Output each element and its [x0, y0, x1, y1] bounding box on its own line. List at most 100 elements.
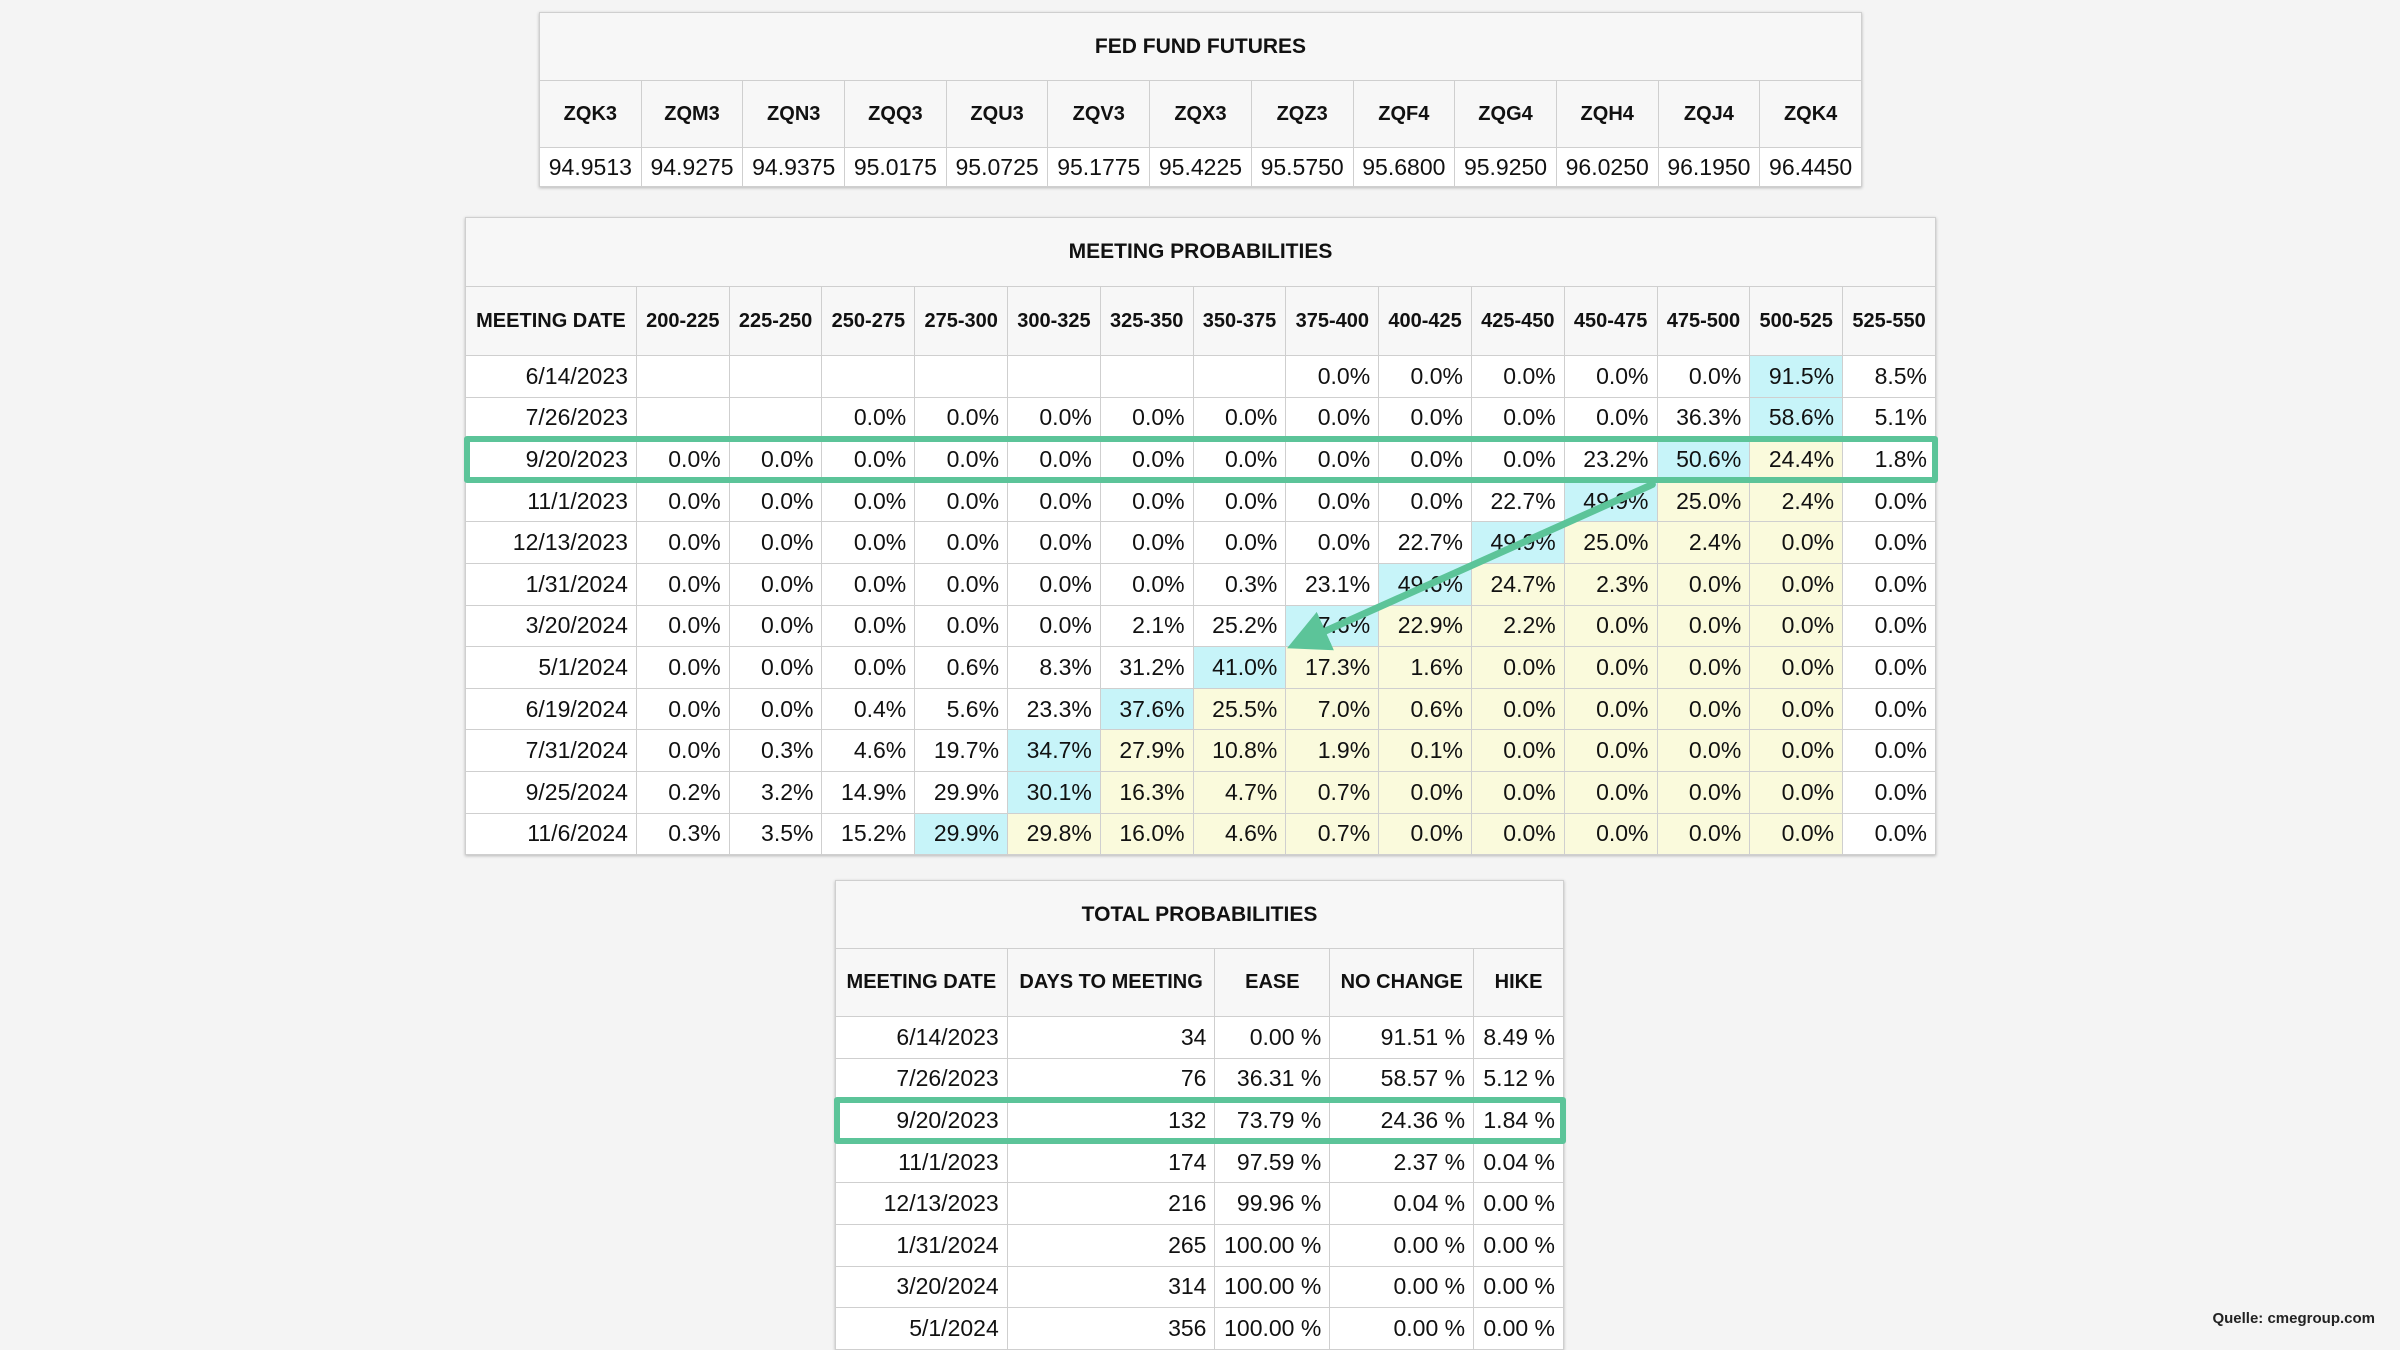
probability-cell: 0.0%: [728, 687, 823, 731]
days-to-meeting-cell: 76: [1006, 1057, 1216, 1101]
ease-cell: 36.31 %: [1214, 1057, 1331, 1101]
probability-cell: 8.5%: [1842, 355, 1936, 398]
probability-cell: 0.0%: [1656, 770, 1751, 814]
probability-cell: 0.0%: [821, 438, 916, 481]
contract-price: 94.9513: [539, 147, 642, 187]
probability-cell: 4.6%: [821, 729, 916, 772]
probability-cell: 0.0%: [1749, 812, 1844, 856]
probability-cell: 0.0%: [1842, 770, 1936, 814]
meeting-date-cell: 1/31/2024: [835, 1223, 1008, 1267]
probability-cell: 3.2%: [728, 770, 823, 814]
probability-cell: 24.4%: [1749, 438, 1844, 481]
contract-header: ZQK3: [539, 80, 642, 148]
probability-cell: 0.0%: [728, 646, 823, 689]
probability-cell: 25.0%: [1656, 479, 1751, 523]
probability-cell: 0.0%: [1470, 770, 1565, 814]
contract-price: 95.4225: [1149, 147, 1252, 187]
meeting-date-cell: 7/31/2024: [465, 729, 637, 772]
rate-range-header: 250-275: [821, 286, 916, 356]
probability-cell: 0.0%: [1007, 396, 1101, 440]
ease-cell: 99.96 %: [1214, 1182, 1331, 1225]
table-row: 12/13/2023 0.0% 0.0% 0.0% 0.0% 0.0% 0.0% 0.0% 0.…: [465, 521, 1936, 564]
probability-cell: [1099, 355, 1194, 398]
probability-cell: 0.0%: [821, 562, 916, 606]
probability-cell: 0.0%: [1749, 521, 1844, 564]
probability-cell: 0.0%: [1563, 604, 1658, 648]
probability-cell: 0.0%: [914, 479, 1009, 523]
probability-cell: 2.3%: [1563, 562, 1658, 606]
hike-cell: 0.00 %: [1473, 1182, 1564, 1225]
probability-cell: 2.4%: [1656, 521, 1751, 564]
rate-range-header: 500-525: [1749, 286, 1844, 356]
probability-cell: 24.7%: [1470, 562, 1565, 606]
probability-cell: 0.0%: [1099, 521, 1194, 564]
probability-cell: 0.0%: [635, 729, 730, 772]
fed-fund-futures-values-row: 94.9513 94.9275 94.9375 95.0175 95.0725 95.17…: [539, 147, 1862, 187]
contract-header: ZQJ4: [1657, 80, 1761, 148]
rate-range-header: 275-300: [914, 286, 1009, 356]
table-row: 11/1/2023 0.0% 0.0% 0.0% 0.0% 0.0% 0.0% 0.0% 0.0…: [465, 479, 1936, 523]
meeting-date-cell: 1/31/2024: [465, 562, 637, 606]
probability-cell: 0.0%: [1470, 396, 1565, 440]
probability-cell: 0.0%: [635, 479, 730, 523]
no-change-cell: 0.00 %: [1329, 1223, 1475, 1267]
meeting-date-cell: 3/20/2024: [835, 1265, 1008, 1309]
hike-cell: 0.04 %: [1473, 1140, 1564, 1184]
table-row: 1/31/2024 0.0% 0.0% 0.0% 0.0% 0.0% 0.0% 0.3% 23.…: [465, 562, 1936, 606]
probability-cell: 0.0%: [1285, 479, 1380, 523]
table-row: 3/20/2024 314 100.00 % 0.00 % 0.00 %: [835, 1265, 1564, 1309]
meeting-date-cell: 7/26/2023: [835, 1057, 1008, 1101]
probability-cell: 0.0%: [1470, 355, 1565, 398]
meeting-date-cell: 11/1/2023: [835, 1140, 1008, 1184]
probability-cell: [728, 355, 823, 398]
table-row: 6/14/2023 34 0.00 % 91.51 % 8.49 %: [835, 1016, 1564, 1059]
probability-cell: 0.0%: [1842, 521, 1936, 564]
probability-cell: [1007, 355, 1101, 398]
contract-price: 95.6800: [1352, 147, 1456, 187]
probability-cell: [728, 396, 823, 440]
probability-cell: 0.0%: [1563, 646, 1658, 689]
probability-cell: 0.0%: [1563, 687, 1658, 731]
contract-price: 96.1950: [1657, 147, 1761, 187]
probability-cell: 27.9%: [1099, 729, 1194, 772]
probability-cell: 0.0%: [1007, 479, 1101, 523]
hike-cell: 0.00 %: [1473, 1223, 1564, 1267]
probability-cell: 0.2%: [635, 770, 730, 814]
table-row: 9/20/2023 132 73.79 % 24.36 % 1.84 %: [835, 1099, 1564, 1142]
total-header: HIKE: [1473, 948, 1564, 1017]
probability-cell: 34.7%: [1007, 729, 1101, 772]
no-change-cell: 0.00 %: [1329, 1265, 1475, 1309]
meeting-date-cell: 3/20/2024: [465, 604, 637, 648]
rate-range-header: 450-475: [1563, 286, 1658, 356]
meeting-date-cell: 12/13/2023: [465, 521, 637, 564]
probability-cell: 0.0%: [1842, 646, 1936, 689]
no-change-cell: 58.57 %: [1329, 1057, 1475, 1101]
meeting-date-cell: 5/1/2024: [835, 1307, 1008, 1350]
probability-cell: 0.0%: [821, 479, 916, 523]
probability-cell: 0.0%: [1656, 355, 1751, 398]
hike-cell: 8.49 %: [1473, 1016, 1564, 1059]
probability-cell: 0.0%: [914, 604, 1009, 648]
probability-cell: 2.1%: [1099, 604, 1194, 648]
probability-cell: 0.6%: [1378, 687, 1472, 731]
total-header: EASE: [1214, 948, 1331, 1017]
probability-cell: 1.8%: [1842, 438, 1936, 481]
probability-cell: 0.0%: [1378, 396, 1472, 440]
table-row: 3/20/2024 0.0% 0.0% 0.0% 0.0% 0.0% 2.1% 25.2% 47…: [465, 604, 1936, 648]
probability-cell: 0.0%: [821, 396, 916, 440]
probability-cell: 0.0%: [1842, 562, 1936, 606]
total-probabilities-table: TOTAL PROBABILITIES MEETING DATE DAYS TO …: [835, 880, 1564, 1350]
probability-cell: 0.0%: [1563, 770, 1658, 814]
probability-cell: 0.0%: [1470, 687, 1565, 731]
days-to-meeting-cell: 216: [1006, 1182, 1216, 1225]
total-probabilities-header-row: MEETING DATE DAYS TO MEETING EASE NO CHANGE…: [835, 948, 1564, 1017]
probability-cell: 0.0%: [1656, 646, 1751, 689]
contract-price: 95.0725: [945, 147, 1049, 187]
no-change-cell: 0.00 %: [1329, 1307, 1475, 1350]
probability-cell: 0.0%: [1099, 396, 1194, 440]
rate-range-header: 425-450: [1470, 286, 1565, 356]
probability-cell: 2.4%: [1749, 479, 1844, 523]
contract-price: 96.4450: [1759, 147, 1862, 187]
probability-cell: 15.2%: [821, 812, 916, 856]
fed-fund-futures-title: FED FUND FUTURES: [539, 12, 1862, 81]
